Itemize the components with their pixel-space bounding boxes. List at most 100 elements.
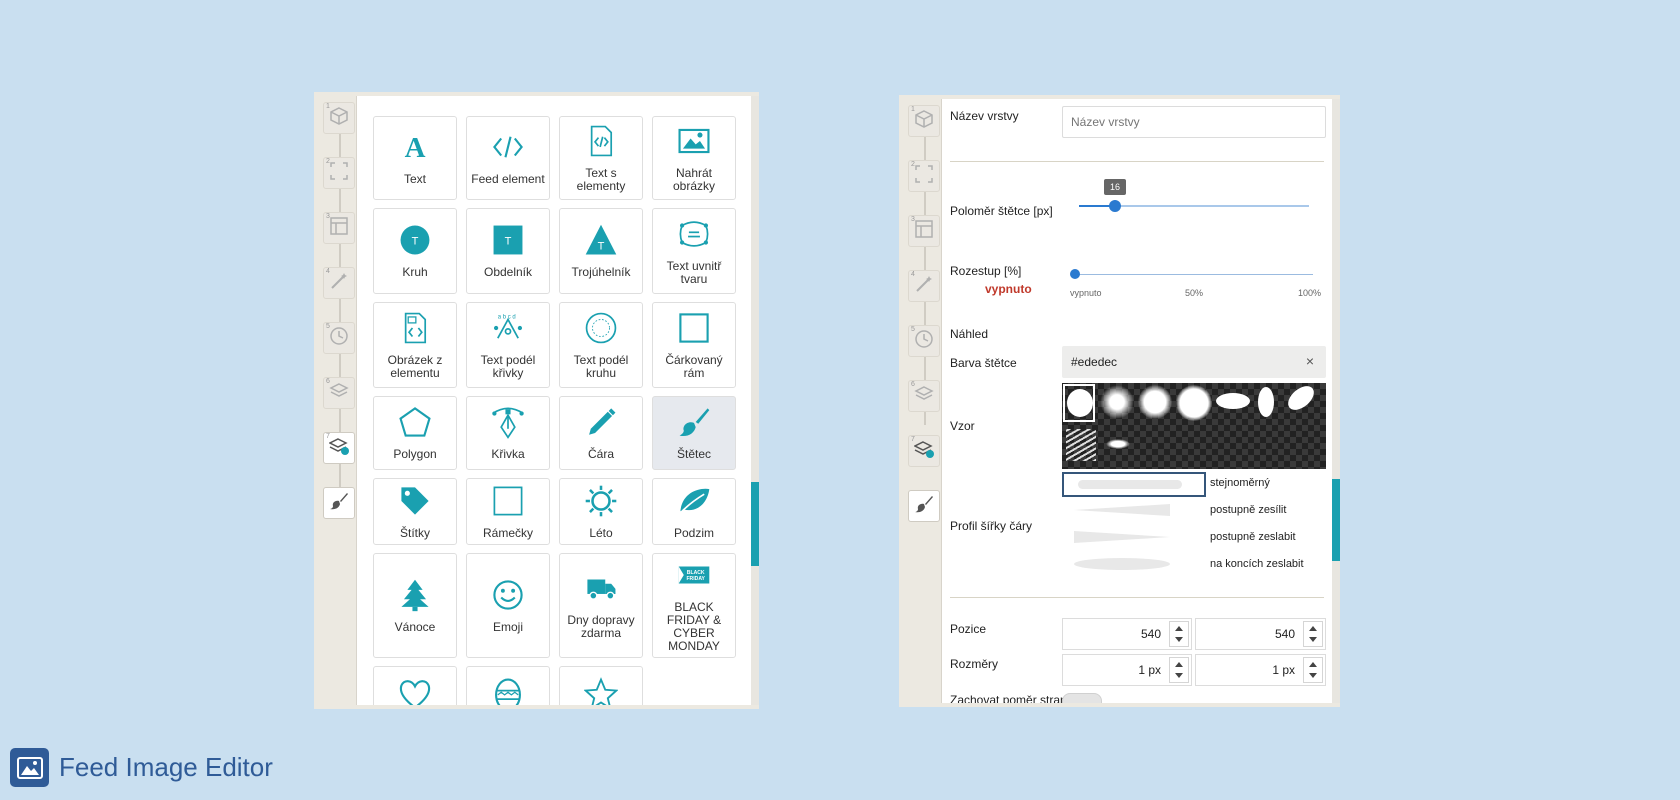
pattern-tilted-ellipse[interactable] [1283, 381, 1319, 415]
step-6-button[interactable]: 6 [323, 377, 355, 409]
step-5-button[interactable]: 5 [908, 325, 940, 357]
step-number: 4 [326, 268, 330, 275]
profile-taper-ends-stroke[interactable] [1074, 557, 1174, 571]
step-5-button[interactable]: 5 [323, 322, 355, 354]
tile-circle[interactable]: T Kruh [373, 208, 457, 294]
step-2-button[interactable]: 2 [908, 160, 940, 192]
layer-name-input[interactable] [1062, 106, 1326, 138]
position-x-stepper[interactable] [1169, 621, 1189, 647]
tile-image[interactable]: Nahrát obrázky [652, 116, 736, 200]
spacing-handle[interactable] [1070, 269, 1080, 279]
pattern-tall-ellipse[interactable] [1258, 387, 1274, 417]
tile-label: Rámečky [482, 525, 533, 540]
brush-color-field[interactable]: #ededec × [1062, 346, 1326, 378]
step-4-button[interactable]: 4 [323, 267, 355, 299]
file-code-icon [584, 124, 618, 167]
pattern-hard-circle[interactable] [1176, 385, 1212, 421]
profile-thicken-label[interactable]: postupně zesílit [1210, 504, 1286, 516]
step-4-button[interactable]: 4 [908, 270, 940, 302]
spacing-tick-100: 100% [1298, 288, 1322, 298]
clear-color-icon[interactable]: × [1306, 353, 1314, 369]
size-width-stepper[interactable] [1169, 657, 1189, 683]
step-3-button[interactable]: 3 [908, 215, 940, 247]
step-7-button[interactable]: 7 [323, 432, 355, 464]
tile-curve-text[interactable]: a b c d Text podél křivky [466, 302, 550, 388]
tile-smiley[interactable]: Emoji [466, 553, 550, 658]
pattern-soft-circle[interactable] [1100, 385, 1134, 419]
scrollbar-thumb[interactable] [1332, 479, 1340, 561]
step-number: 5 [911, 326, 915, 333]
settings-form: Název vrstvy Poloměr štětce [px] 16 Roze… [941, 99, 1332, 703]
brush-radius-handle[interactable] [1109, 200, 1121, 212]
step-8-button[interactable] [908, 490, 940, 522]
tile-label: Polygon [393, 447, 437, 461]
tile-truck[interactable]: Dny dopravy zdarma [559, 553, 643, 658]
polygon-icon [398, 405, 432, 448]
code-icon [491, 130, 525, 173]
sun-icon [584, 484, 618, 527]
step-1-button[interactable]: 1 [323, 102, 355, 134]
pattern-small-ellipse[interactable] [1106, 439, 1130, 449]
step-8-button[interactable] [323, 487, 355, 519]
scrollbar[interactable] [751, 96, 759, 705]
step-2-button[interactable]: 2 [323, 157, 355, 189]
tile-rectangle[interactable]: T Obdelník [466, 208, 550, 294]
heart-icon [398, 677, 432, 705]
tile-triangle[interactable]: T Trojúhelník [559, 208, 643, 294]
brush-pattern-picker[interactable] [1062, 381, 1326, 469]
tile-sun[interactable]: Léto [559, 478, 643, 545]
step-7-button[interactable]: 7 [908, 435, 940, 467]
size-height-value: 1 px [1272, 663, 1295, 677]
position-y-stepper[interactable] [1303, 621, 1323, 647]
tile-text[interactable]: A Text [373, 116, 457, 200]
tile-pencil[interactable]: Čára [559, 396, 643, 470]
tile-file-code[interactable]: Text s elementy [559, 116, 643, 200]
file-image-icon [398, 311, 432, 354]
text-in-shape-icon [677, 217, 711, 260]
pattern-flat-ellipse[interactable] [1216, 393, 1250, 409]
scrollbar[interactable] [1332, 99, 1340, 703]
step-number: 1 [326, 103, 330, 110]
svg-text:T: T [598, 240, 605, 252]
tile-leaf[interactable]: Podzim [652, 478, 736, 545]
tile-code[interactable]: Feed element [466, 116, 550, 200]
tile-heart[interactable] [373, 666, 457, 705]
layers-add-icon [913, 439, 934, 464]
size-height-input[interactable]: 1 px [1195, 654, 1326, 686]
scrollbar-thumb[interactable] [751, 482, 759, 566]
cube-icon [329, 106, 349, 131]
pattern-selected-frame[interactable] [1063, 384, 1095, 422]
tile-file-image[interactable]: Obrázek z elementu [373, 302, 457, 388]
tile-easter-egg[interactable] [466, 666, 550, 705]
tile-brush[interactable]: Štětec [652, 396, 736, 470]
spacing-track[interactable] [1075, 274, 1313, 275]
tile-polygon[interactable]: Polygon [373, 396, 457, 470]
tile-text-in-shape[interactable]: Text uvnitř tvaru [652, 208, 736, 294]
profile-thin-stroke[interactable] [1074, 530, 1174, 544]
pattern-medium-circle[interactable] [1138, 385, 1172, 419]
step-1-button[interactable]: 1 [908, 105, 940, 137]
step-6-button[interactable]: 6 [908, 380, 940, 412]
tile-tree[interactable]: Vánoce [373, 553, 457, 658]
tile-pen-curve[interactable]: Křivka [466, 396, 550, 470]
tile-star[interactable] [559, 666, 643, 705]
size-width-input[interactable]: 1 px [1062, 654, 1192, 686]
size-height-stepper[interactable] [1303, 657, 1323, 683]
profile-thin-label[interactable]: postupně zeslabit [1210, 531, 1296, 543]
step-3-button[interactable]: 3 [323, 212, 355, 244]
layers-icon [329, 381, 349, 406]
profile-uniform-option[interactable] [1062, 472, 1206, 497]
position-x-input[interactable]: 540 [1062, 618, 1192, 650]
tile-tag[interactable]: Štítky [373, 478, 457, 545]
keep-ratio-toggle[interactable] [1062, 693, 1102, 703]
tile-black-friday[interactable]: BLACK FRIDAY BLACK FRIDAY & CYBER MONDAY [652, 553, 736, 658]
tile-square-frame[interactable]: Rámečky [466, 478, 550, 545]
pattern-hatched[interactable] [1066, 429, 1096, 461]
svg-text:T: T [412, 235, 419, 247]
profile-taper-ends-label[interactable]: na koncích zeslabit [1210, 558, 1304, 570]
profile-uniform-label[interactable]: stejnoměrný [1210, 477, 1270, 489]
position-y-input[interactable]: 540 [1195, 618, 1326, 650]
tile-circle-text[interactable]: Text podél kruhu [559, 302, 643, 388]
profile-thicken-stroke[interactable] [1074, 503, 1174, 517]
tile-dashed-frame[interactable]: Čárkovaný rám [652, 302, 736, 388]
